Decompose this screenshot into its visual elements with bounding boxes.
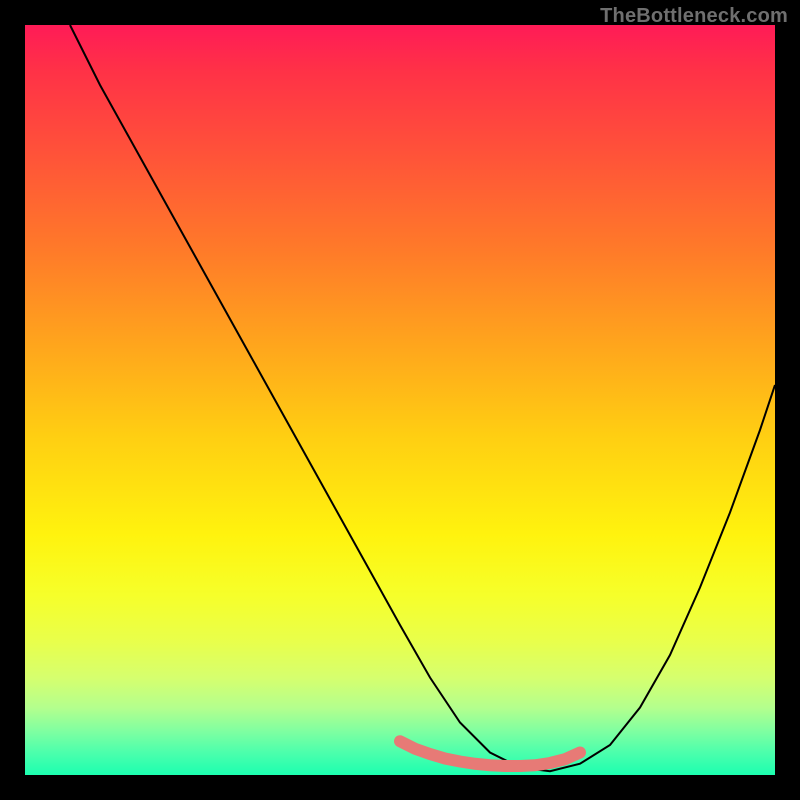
bottleneck-curve <box>70 25 775 771</box>
curve-layer <box>25 25 775 775</box>
chart-stage: TheBottleneck.com <box>0 0 800 800</box>
optimal-range <box>400 741 580 766</box>
plot-area <box>25 25 775 775</box>
